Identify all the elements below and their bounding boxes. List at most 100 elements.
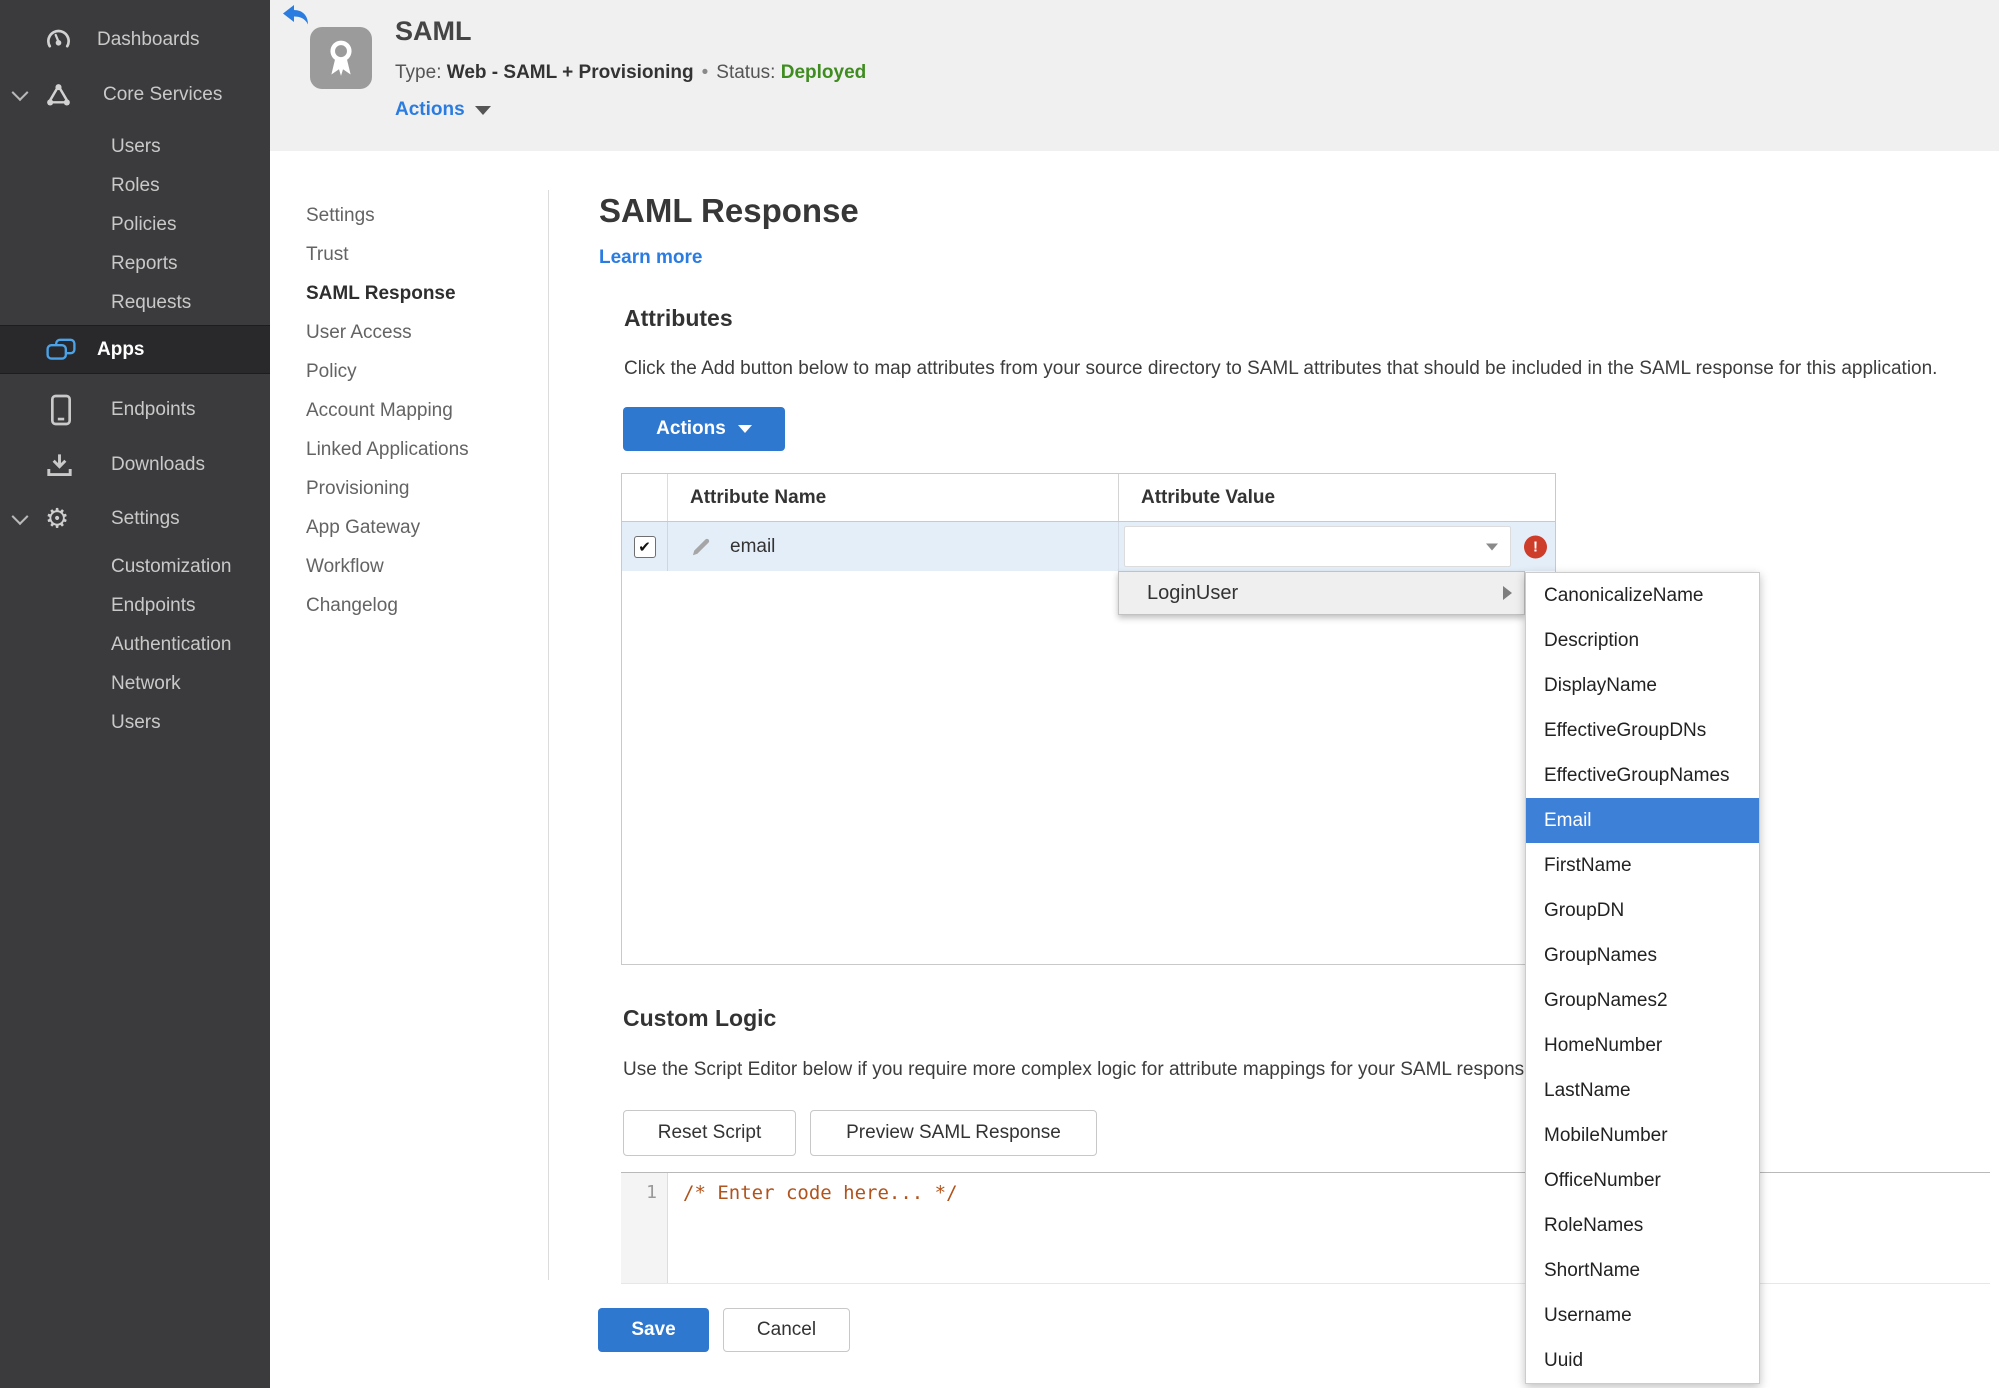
sidebar-item-settings-endpoints[interactable]: Endpoints [0, 586, 270, 625]
submenu-item-username[interactable]: Username [1526, 1293, 1759, 1338]
save-button[interactable]: Save [598, 1308, 709, 1352]
preview-saml-response-button[interactable]: Preview SAML Response [810, 1110, 1097, 1156]
subnav-linked-applications[interactable]: Linked Applications [306, 430, 469, 469]
sidebar-item-requests[interactable]: Requests [0, 283, 270, 322]
table-row[interactable]: ✔ email ! [622, 522, 1555, 571]
submenu-item-uuid[interactable]: Uuid [1526, 1338, 1759, 1383]
header-actions-label: Actions [395, 99, 465, 120]
submenu-item-email-selected[interactable]: Email [1526, 798, 1759, 843]
sidebar-item-dashboards[interactable]: Dashboards [0, 20, 270, 60]
submenu-item-groupdn[interactable]: GroupDN [1526, 888, 1759, 933]
subnav-policy[interactable]: Policy [306, 352, 469, 391]
column-label: Attribute Name [690, 487, 827, 508]
sidebar-item-roles[interactable]: Roles [0, 166, 270, 205]
line-number: 1 [646, 1182, 657, 1203]
learn-more-link[interactable]: Learn more [599, 247, 702, 269]
sidebar-item-policies[interactable]: Policies [0, 205, 270, 244]
sidebar-item-network[interactable]: Network [0, 664, 270, 703]
type-label: Type: [395, 62, 442, 83]
subnav-provisioning[interactable]: Provisioning [306, 469, 469, 508]
row-checkbox[interactable]: ✔ [633, 535, 656, 558]
sidebar-item-label: Customization [111, 555, 232, 577]
sidebar-item-downloads[interactable]: Downloads [0, 442, 270, 488]
context-menu-label: LoginUser [1147, 581, 1239, 604]
submenu-item-effectivegroupdns[interactable]: EffectiveGroupDNs [1526, 708, 1759, 753]
submenu-item-description[interactable]: Description [1526, 618, 1759, 663]
chevron-down-icon[interactable] [11, 508, 29, 526]
subnav-workflow[interactable]: Workflow [306, 547, 469, 586]
submenu-item-groupnames2[interactable]: GroupNames2 [1526, 978, 1759, 1023]
sidebar-item-core-services[interactable]: Core Services [0, 75, 270, 115]
sidebar-item-label: Network [111, 672, 181, 694]
custom-logic-heading: Custom Logic [623, 1005, 777, 1031]
header-actions-menu[interactable]: Actions [395, 99, 491, 121]
page-title: SAML Response [599, 192, 859, 229]
sidebar-item-label: Policies [111, 213, 177, 235]
reset-script-button[interactable]: Reset Script [623, 1110, 796, 1156]
row-checkbox-cell: ✔ [622, 522, 668, 571]
attributes-heading: Attributes [624, 305, 733, 331]
attribute-submenu: CanonicalizeName Description DisplayName… [1525, 572, 1760, 1384]
subnav-changelog[interactable]: Changelog [306, 586, 469, 625]
submenu-item-shortname[interactable]: ShortName [1526, 1248, 1759, 1293]
chevron-down-icon [474, 105, 491, 115]
content-divider [548, 190, 549, 1280]
submenu-item-rolenames[interactable]: RoleNames [1526, 1203, 1759, 1248]
subnav-user-access[interactable]: User Access [306, 313, 469, 352]
editor-code-area[interactable]: /* Enter code here... */ [668, 1173, 1990, 1283]
sidebar-item-authentication[interactable]: Authentication [0, 625, 270, 664]
submenu-item-mobilenumber[interactable]: MobileNumber [1526, 1113, 1759, 1158]
attribute-name-value: email [730, 535, 776, 557]
submenu-item-firstname[interactable]: FirstName [1526, 843, 1759, 888]
value-context-menu[interactable]: LoginUser [1118, 571, 1525, 615]
sidebar: Dashboards Core Services Users Roles Pol… [0, 0, 270, 1388]
sidebar-item-settings-users[interactable]: Users [0, 703, 270, 742]
row-name-cell: email [668, 522, 1119, 571]
type-value: Web - SAML + Provisioning [446, 62, 694, 83]
actions-button-label: Actions [656, 418, 726, 439]
submenu-item-officenumber[interactable]: OfficeNumber [1526, 1158, 1759, 1203]
core-services-icon [45, 82, 72, 109]
sidebar-item-label: Roles [111, 174, 160, 196]
status-badge: Deployed [780, 62, 867, 83]
sidebar-item-customization[interactable]: Customization [0, 547, 270, 586]
attributes-actions-button[interactable]: Actions [623, 407, 785, 451]
app-ribbon-icon [310, 27, 372, 89]
sidebar-item-settings[interactable]: ⚙ Settings [0, 496, 270, 542]
subnav-account-mapping[interactable]: Account Mapping [306, 391, 469, 430]
subnav-saml-response-selected[interactable]: SAML Response [306, 274, 469, 313]
sidebar-item-reports[interactable]: Reports [0, 244, 270, 283]
submenu-item-canonicalizename[interactable]: CanonicalizeName [1526, 573, 1759, 618]
back-arrow-icon[interactable] [283, 5, 309, 27]
sidebar-item-label: Users [111, 711, 161, 733]
sidebar-item-endpoints[interactable]: Endpoints [0, 387, 270, 433]
edit-pencil-icon[interactable] [690, 536, 712, 558]
attributes-description: Click the Add button below to map attrib… [624, 358, 1938, 379]
submenu-item-homenumber[interactable]: HomeNumber [1526, 1023, 1759, 1068]
submenu-arrow-icon [1503, 586, 1512, 600]
sidebar-item-label: Reports [111, 252, 178, 274]
apps-icon [46, 338, 76, 362]
submenu-item-groupnames[interactable]: GroupNames [1526, 933, 1759, 978]
attribute-value-select[interactable] [1124, 526, 1511, 567]
cancel-button[interactable]: Cancel [723, 1308, 850, 1352]
subnav-app-gateway[interactable]: App Gateway [306, 508, 469, 547]
error-icon: ! [1524, 535, 1547, 558]
submenu-item-lastname[interactable]: LastName [1526, 1068, 1759, 1113]
submenu-item-displayname[interactable]: DisplayName [1526, 663, 1759, 708]
subnav-trust[interactable]: Trust [306, 235, 469, 274]
sidebar-item-apps-selected[interactable]: Apps [0, 325, 270, 374]
sidebar-item-label: Settings [111, 508, 180, 529]
sidebar-item-label: Requests [111, 291, 192, 313]
submenu-item-effectivegroupnames[interactable]: EffectiveGroupNames [1526, 753, 1759, 798]
script-editor[interactable]: 1 /* Enter code here... */ [621, 1172, 1990, 1284]
sidebar-item-users[interactable]: Users [0, 127, 270, 166]
select-caret-icon [1486, 543, 1498, 550]
sidebar-item-label: Dashboards [97, 29, 200, 50]
subnav-settings[interactable]: Settings [306, 196, 469, 235]
custom-logic-description: Use the Script Editor below if you requi… [623, 1059, 1540, 1080]
attributes-table: Attribute Name Attribute Value ✔ email ! [621, 473, 1556, 965]
chevron-down-icon[interactable] [11, 84, 29, 102]
download-icon [46, 452, 73, 478]
sidebar-item-label: Apps [97, 338, 145, 360]
